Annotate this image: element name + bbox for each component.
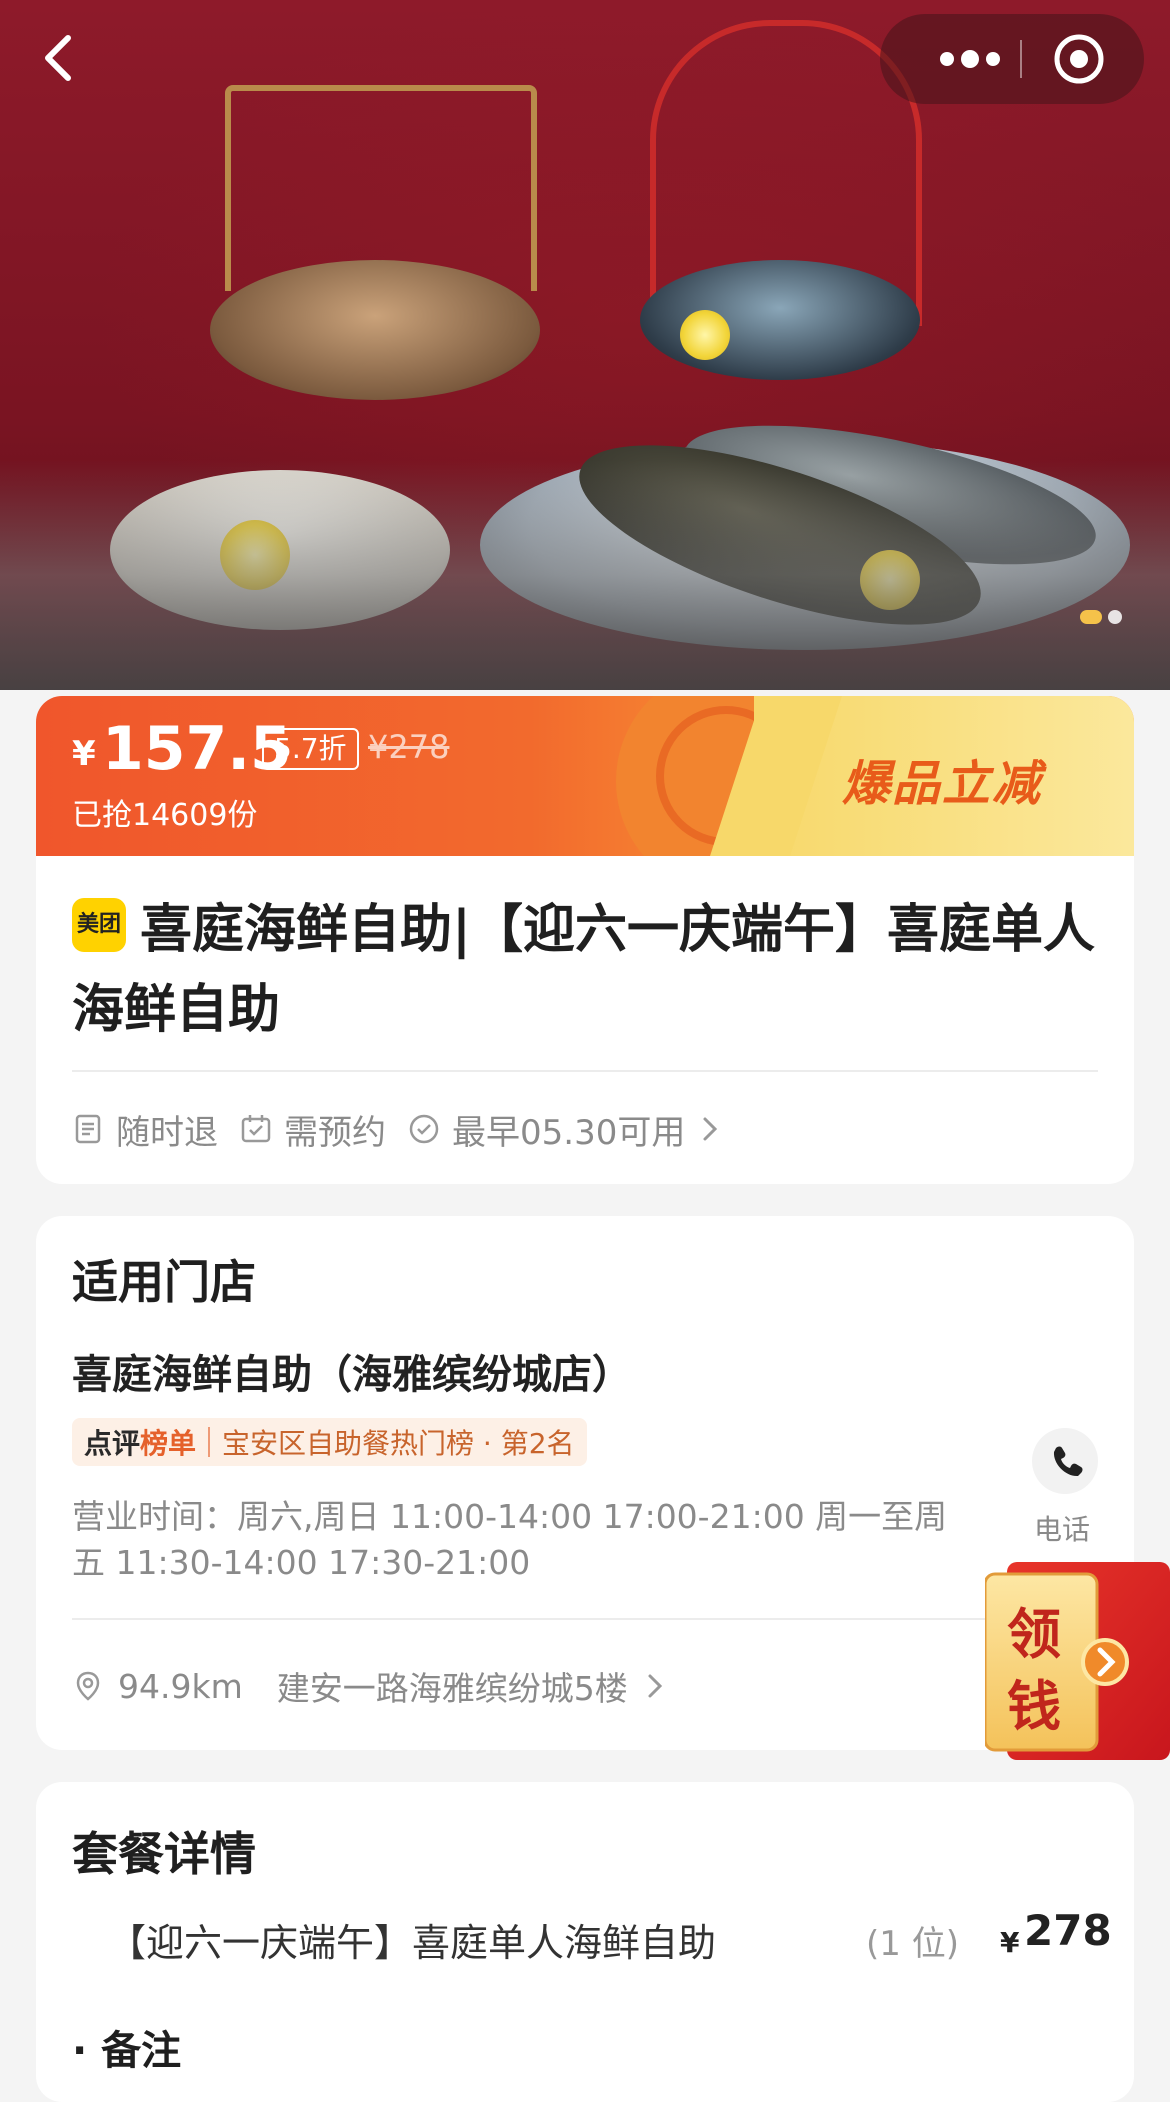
back-button[interactable]	[30, 28, 90, 88]
rank-text: 宝安区自助餐热门榜 · 第2名	[222, 1427, 575, 1460]
store-card: 适用门店 喜庭海鲜自助（海雅缤纷城店） 点评榜单 宝安区自助餐热门榜 · 第2名…	[36, 1216, 1134, 1750]
capsule-divider	[1020, 40, 1022, 78]
original-price: ¥278	[368, 728, 450, 766]
more-button[interactable]	[925, 14, 1015, 104]
chevron-right-icon	[648, 1674, 662, 1698]
package-item-name: 【迎六一庆端午】喜庭单人海鲜自助	[108, 1921, 717, 1965]
package-currency: ¥	[1000, 1926, 1020, 1959]
section-title-stores: 适用门店	[72, 1255, 256, 1309]
mini-program-capsule	[880, 14, 1144, 104]
check-circle-icon	[409, 1114, 439, 1144]
chevron-left-icon	[45, 35, 71, 81]
close-button[interactable]	[1052, 32, 1106, 86]
store-address: 建安一路海雅缤纷城5楼	[276, 1669, 628, 1708]
promo-tag-text: 爆品立减	[842, 756, 1043, 812]
discount-badge: 5.7折	[262, 728, 359, 770]
more-dots-icon	[940, 50, 1000, 68]
deal-title: 喜庭海鲜自助|【迎六一庆端午】喜庭单人海鲜自助	[72, 900, 1095, 1040]
calendar-check-icon	[241, 1115, 271, 1143]
price-promo-bar: ¥ 157.5 5.7折 ¥278 已抢14609份 爆品立减	[36, 696, 1134, 856]
hero-banner[interactable]	[0, 0, 1170, 690]
phone-button[interactable]	[1032, 1428, 1098, 1494]
lemon-decoration	[680, 310, 730, 360]
distance: 94.9km	[118, 1666, 243, 1706]
chevron-right-icon	[703, 1117, 718, 1141]
store-name[interactable]: 喜庭海鲜自助（海雅缤纷城店）	[72, 1342, 632, 1400]
package-item-qty: (1 位)	[866, 1924, 959, 1964]
feature-label: 需预约	[284, 1112, 386, 1153]
feature-refund: 随时退	[72, 1105, 218, 1154]
pager-dot	[1108, 609, 1122, 624]
section-title-package: 套餐详情	[72, 1827, 256, 1881]
feature-label: 最早05.30可用	[452, 1112, 686, 1153]
get-money-coupon-button[interactable]: 领 钱	[983, 1562, 1170, 1760]
feature-label: 随时退	[116, 1112, 218, 1153]
smoke-overlay	[0, 460, 1170, 690]
divider	[72, 1070, 1098, 1072]
divider	[72, 1618, 1098, 1620]
feature-earliest-date: 最早05.30可用	[408, 1105, 723, 1154]
pager-dot-active	[1080, 609, 1102, 624]
feature-reservation: 需预约	[240, 1105, 386, 1154]
coupon-label-line2: 钱	[1007, 1675, 1061, 1738]
rank-logo: 点评榜单	[84, 1427, 197, 1460]
refund-doc-icon	[75, 1114, 101, 1144]
currency-symbol: ¥	[72, 734, 96, 774]
business-hours: 营业时间：周六,周日 11:00-14:00 17:00-21:00 周一至周五…	[72, 1497, 948, 1582]
image-pager	[1080, 606, 1130, 624]
ranking-badge[interactable]: 点评榜单 宝安区自助餐热门榜 · 第2名	[72, 1418, 587, 1466]
deal-features-row[interactable]: 随时退 需预约 最早05.30可用	[72, 1104, 745, 1154]
phone-icon	[1053, 1446, 1083, 1477]
note-heading: · 备注	[72, 2028, 182, 2074]
package-card: 套餐详情 【迎六一庆端午】喜庭单人海鲜自助 (1 位) ¥ 278 · 备注	[36, 1782, 1134, 2102]
location-pin-icon	[76, 1671, 100, 1701]
deal-info-card: 美团 喜庭海鲜自助|【迎六一庆端午】喜庭单人海鲜自助 随时退 需预约 最早05.…	[36, 856, 1134, 1184]
coupon-label-line1: 领	[1007, 1603, 1061, 1666]
phone-label[interactable]: 电话	[1034, 1508, 1090, 1548]
sold-count: 已抢14609份	[72, 798, 258, 833]
target-circle-icon	[1054, 34, 1104, 84]
address-row[interactable]: 94.9km 建安一路海雅缤纷城5楼	[72, 1662, 668, 1710]
shellfish-plate	[210, 260, 540, 400]
package-item-price: 278	[1024, 1906, 1112, 1955]
crab-plate	[640, 260, 920, 380]
rank-separator	[208, 1427, 211, 1457]
